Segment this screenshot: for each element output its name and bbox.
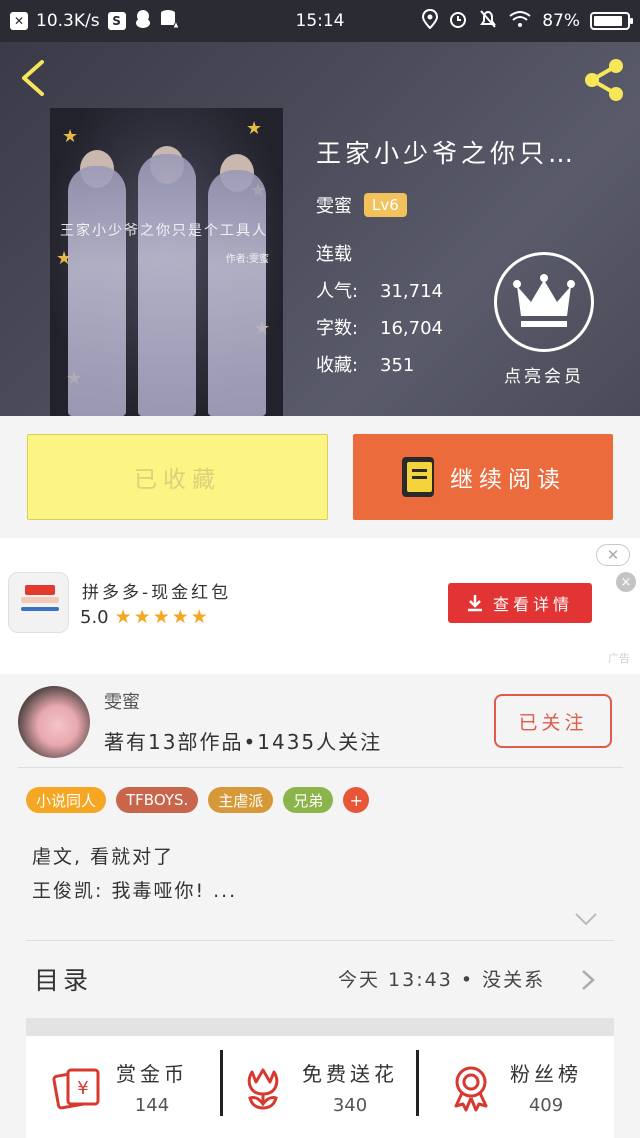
author-avatar[interactable] xyxy=(18,686,90,758)
back-arrow-icon xyxy=(22,60,44,96)
section-gap xyxy=(26,1018,614,1036)
description-line: 虐文, 看就对了 xyxy=(32,846,175,868)
mute-bell-icon xyxy=(478,9,498,34)
separator xyxy=(220,1050,223,1116)
toc-label: 目录 xyxy=(34,966,93,995)
stat-popularity: 人气: 31,714 xyxy=(316,281,443,302)
svg-text:¥: ¥ xyxy=(77,1078,88,1099)
star-rating-icon: ★★★★★ xyxy=(114,606,210,628)
stat-favorites: 收藏: 351 xyxy=(316,355,415,376)
tag-item[interactable]: TFBOYS. xyxy=(116,787,199,813)
add-tag-button[interactable]: + xyxy=(343,787,370,813)
ad-details-button[interactable]: 查看详情 xyxy=(448,583,592,623)
book-header: ★ ★ ★ ★ ★ ★ 王家小少爷之你只是个工具人 作者:雯蜜 王家小少爷之你只… xyxy=(0,42,640,416)
ad-mark: 广告 xyxy=(608,652,630,665)
battery-percent: 87% xyxy=(542,11,580,31)
divider xyxy=(18,767,623,768)
serial-status: 连载 xyxy=(316,244,352,265)
fan-ranking-label: 粉丝榜 xyxy=(510,1062,582,1086)
ad-banner[interactable]: ✕ × 拼多多-现金红包 5.0 ★★★★★ 查看详情 广告 xyxy=(0,538,640,674)
reward-coins-count: 144 xyxy=(134,1095,170,1116)
reward-coins-label: 赏金币 xyxy=(116,1062,188,1086)
tag-item[interactable]: 兄弟 xyxy=(283,787,334,813)
crown-icon xyxy=(494,252,594,352)
location-icon xyxy=(422,8,439,34)
ad-title: 拼多多-现金红包 xyxy=(82,583,232,603)
book-cover[interactable]: ★ ★ ★ ★ ★ ★ 王家小少爷之你只是个工具人 作者:雯蜜 xyxy=(50,108,283,416)
cover-figure xyxy=(208,170,266,416)
follow-button[interactable]: 已关注 xyxy=(494,694,612,748)
coin-envelope-icon: ¥ xyxy=(52,1068,100,1110)
back-button[interactable] xyxy=(14,56,58,100)
tag-item[interactable]: 小说同人 xyxy=(26,787,107,813)
book-description: 虐文, 看就对了 王俊凯: 我毒哑你! ... xyxy=(32,840,237,908)
status-bar: ✕ 10.3K/s S 15:14 87% xyxy=(0,0,640,42)
cover-author-text: 作者:雯蜜 xyxy=(225,254,269,265)
notification-x-icon: ✕ xyxy=(10,12,28,30)
ad-rating: 5.0 ★★★★★ xyxy=(80,606,210,628)
medal-icon xyxy=(454,1066,488,1112)
stat-word-count: 字数: 16,704 xyxy=(316,318,443,339)
ad-close-button[interactable]: ✕ xyxy=(596,544,630,566)
book-title: 王家小少爷之你只… xyxy=(316,139,578,168)
tag-item[interactable]: 主虐派 xyxy=(208,787,274,813)
continue-reading-label: 继续阅读 xyxy=(450,467,566,493)
reward-coins-button[interactable]: ¥ 赏金币 144 xyxy=(52,1036,188,1138)
send-flower-button[interactable]: 免费送花 340 xyxy=(238,1036,398,1138)
continue-reading-button[interactable]: 继续阅读 xyxy=(353,434,613,520)
expand-chevron-icon[interactable] xyxy=(574,912,598,926)
share-icon xyxy=(585,59,623,101)
author-name[interactable]: 雯蜜 xyxy=(316,192,352,218)
battery-fill xyxy=(594,16,622,26)
share-button[interactable] xyxy=(580,56,628,104)
app-s-icon: S xyxy=(107,12,126,30)
cover-figure xyxy=(68,166,126,416)
description-line: 王俊凯: 我毒哑你! ... xyxy=(32,880,238,902)
member-button[interactable]: 点亮会员 xyxy=(488,252,600,387)
chevron-right-icon xyxy=(582,970,595,990)
ad-rating-value: 5.0 xyxy=(80,606,109,628)
battery-icon xyxy=(590,12,633,30)
latest-chapter: 今天 13:43 • 没关系 xyxy=(338,969,546,991)
download-icon xyxy=(467,595,482,612)
database-warning-icon xyxy=(160,9,180,34)
network-speed: 10.3K/s xyxy=(36,11,100,31)
cover-title-text: 王家小少爷之你只是个工具人 xyxy=(60,223,268,239)
bottom-action-bar: ¥ 赏金币 144 免费送花 340 粉丝榜 409 xyxy=(26,1036,614,1138)
fan-ranking-count: 409 xyxy=(528,1095,564,1116)
star-decoration: ★ xyxy=(246,118,263,139)
separator xyxy=(416,1050,419,1116)
ad-details-label: 查看详情 xyxy=(492,595,573,614)
level-badge: Lv6 xyxy=(364,193,407,217)
send-flower-label: 免费送花 xyxy=(302,1062,398,1086)
action-bar: 已收藏 继续阅读 xyxy=(0,416,640,538)
tag-list: 小说同人 TFBOYS. 主虐派 兄弟 + xyxy=(26,787,370,813)
cover-figure xyxy=(138,154,196,416)
table-of-contents-row[interactable]: 目录 今天 13:43 • 没关系 xyxy=(0,941,640,1017)
book-icon xyxy=(402,457,434,497)
ad-dismiss-icon[interactable]: × xyxy=(616,572,636,592)
fan-ranking-button[interactable]: 粉丝榜 409 xyxy=(446,1036,582,1138)
author-row: 雯蜜 Lv6 xyxy=(316,192,407,218)
author-card-info: 著有13部作品•1435人关注 xyxy=(104,730,383,754)
author-card-name: 雯蜜 xyxy=(104,692,140,713)
book-stats: 连载 人气: 31,714 字数: 16,704 收藏: 351 xyxy=(316,236,443,384)
send-flower-count: 340 xyxy=(332,1095,368,1116)
collected-button[interactable]: 已收藏 xyxy=(27,434,328,520)
penguin-icon xyxy=(134,9,152,34)
alarm-icon xyxy=(448,9,468,34)
ad-app-icon xyxy=(8,572,69,633)
member-label: 点亮会员 xyxy=(504,367,584,387)
wifi-icon xyxy=(508,10,532,33)
star-decoration: ★ xyxy=(62,126,79,147)
author-section: 雯蜜 著有13部作品•1435人关注 已关注 小说同人 TFBOYS. 主虐派 … xyxy=(0,674,640,1138)
flower-icon xyxy=(247,1068,279,1110)
